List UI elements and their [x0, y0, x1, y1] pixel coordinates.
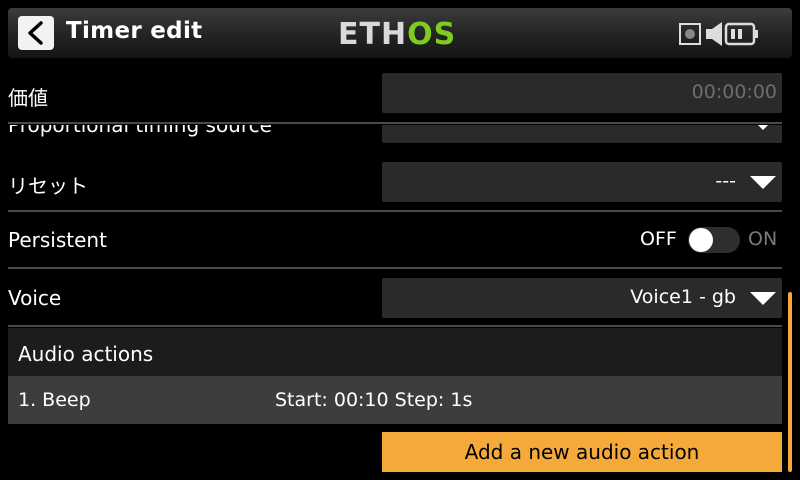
toggle-knob [689, 228, 713, 252]
chevron-down-icon [750, 292, 776, 305]
audio-action-name: 1. Beep [18, 389, 91, 411]
brand-logo: ETHOS [338, 17, 457, 52]
separator [8, 325, 782, 327]
header-bar: Timer edit ETHOS [8, 8, 792, 58]
proportional-row-clip: Proportional timing source --- [0, 125, 800, 145]
proportional-value: --- [715, 125, 736, 133]
reset-select[interactable]: --- [382, 162, 782, 202]
persistent-toggle[interactable] [688, 227, 740, 253]
separator [8, 267, 782, 269]
separator [8, 210, 782, 212]
back-button[interactable] [18, 16, 54, 50]
speaker-icon [706, 22, 722, 46]
audio-actions-panel: Audio actions 1. Beep Start: 00:10 Step:… [8, 328, 782, 424]
status-icons [668, 21, 778, 47]
audio-actions-header: Audio actions [18, 342, 154, 366]
battery-icon [724, 22, 758, 46]
value-field[interactable]: 00:00:00 [382, 73, 782, 113]
proportional-label: Proportional timing source [8, 125, 272, 137]
audio-action-row[interactable]: 1. Beep Start: 00:10 Step: 1s [8, 376, 782, 424]
reset-label: リセット [8, 174, 88, 198]
page-title: Timer edit [66, 18, 203, 44]
voice-label: Voice [8, 286, 62, 310]
value-field-text: 00:00:00 [691, 81, 777, 103]
chevron-down-icon [750, 176, 776, 189]
toggle-off-label: OFF [640, 228, 677, 250]
sd-card-icon [679, 23, 701, 45]
chevron-down-icon [750, 125, 776, 130]
proportional-select[interactable]: --- [382, 125, 782, 143]
value-label: 価値 [8, 86, 48, 110]
reset-value: --- [715, 170, 736, 192]
add-audio-action-button[interactable]: Add a new audio action [382, 432, 782, 472]
header: Timer edit ETHOS [0, 0, 800, 66]
separator [8, 122, 782, 124]
audio-action-detail: Start: 00:10 Step: 1s [275, 389, 473, 411]
toggle-on-label: ON [748, 228, 778, 250]
voice-select[interactable]: Voice1 - gb [382, 278, 782, 318]
persistent-label: Persistent [8, 228, 107, 252]
back-arrow-icon [28, 21, 43, 45]
scrollbar[interactable] [788, 292, 792, 472]
voice-value: Voice1 - gb [630, 286, 736, 308]
